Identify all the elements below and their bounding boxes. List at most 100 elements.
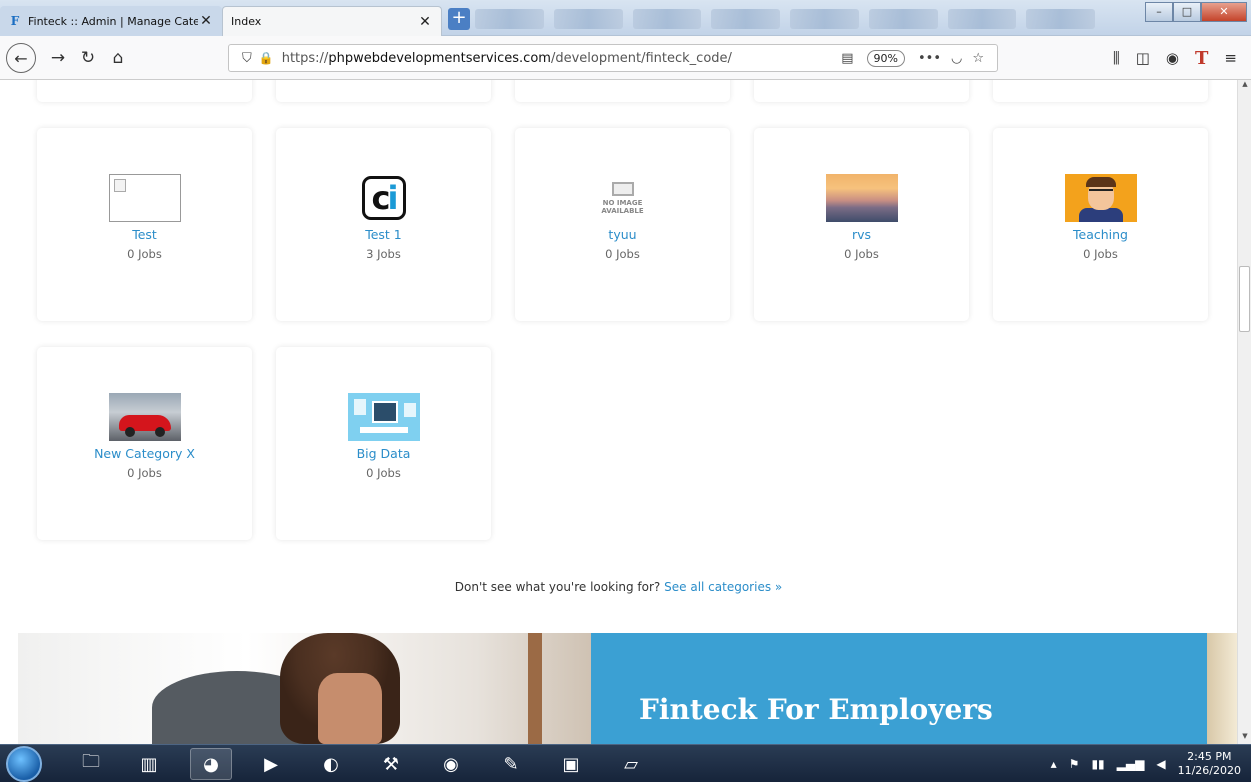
avatar-glasses [1088,189,1113,195]
category-name-link[interactable]: rvs [754,227,969,242]
tray-expand-icon[interactable]: ▴ [1051,757,1057,771]
extension-t-icon[interactable]: T [1195,48,1208,69]
category-card-partial[interactable] [754,80,969,102]
hero-person-face [318,673,382,744]
finteck-favicon-icon: F [10,14,20,28]
pocket-icon[interactable]: ◡ [951,51,962,66]
see-all-categories-link[interactable]: See all categories » [664,580,782,594]
zoom-level[interactable]: 90% [866,49,905,67]
category-card[interactable]: ci Test 1 3 Jobs [276,128,491,321]
firefox-icon[interactable]: ◕ [190,748,232,780]
sidebar-icon[interactable]: ◫ [1136,49,1150,67]
avatar-hair [1085,177,1116,187]
tab-finteck-admin[interactable]: F Finteck :: Admin | Manage Cate ✕ [0,6,222,36]
category-card-partial[interactable] [37,80,252,102]
edge-icon[interactable]: ◐ [310,748,352,780]
system-clock[interactable]: 2:45 PM 11/26/2020 [1178,750,1241,778]
lock-icon[interactable]: 🔒 [259,51,274,65]
category-name-link[interactable]: tyuu [515,227,730,242]
category-card-partial[interactable] [993,80,1208,102]
media-player-icon[interactable]: ▶ [250,748,292,780]
category-name-link[interactable]: New Category X [37,446,252,461]
volume-icon[interactable]: ◀ [1156,757,1165,771]
blurred-tab[interactable] [790,9,859,29]
url-path: /development/finteck_code/ [550,50,732,66]
category-name-link[interactable]: Big Data [276,446,491,461]
category-card-partial[interactable] [515,80,730,102]
page-viewport: Test 0 Jobs ci Test 1 3 Jobs NO IMAGE AV… [0,80,1237,744]
app-icon[interactable]: ▥ [128,748,170,780]
category-job-count: 0 Jobs [605,247,640,261]
clock-date: 11/26/2020 [1177,764,1241,777]
network-icon[interactable]: ▮▮ [1091,757,1104,771]
bookmark-star-icon[interactable]: ☆ [972,51,984,66]
blurred-tab[interactable] [553,9,623,29]
blurred-tab[interactable] [711,9,780,29]
broken-image-icon [108,174,181,222]
system-tray: ▴ ⚑ ▮▮ ▂▄▆ ◀ 2:45 PM 11/26/2020 [1051,747,1241,781]
account-icon[interactable]: ◉ [1166,49,1179,67]
close-tab-icon[interactable]: ✕ [417,14,433,30]
category-name-link[interactable]: Test [37,227,252,242]
blurred-tab[interactable] [947,9,1017,29]
forward-button[interactable]: → [44,44,72,72]
start-button[interactable] [6,746,42,782]
page-scrollbar[interactable]: ▲ ▼ [1237,80,1251,744]
scroll-up-arrow-icon[interactable]: ▲ [1238,80,1251,92]
tab-title: Index [231,15,262,28]
illustration-panel [403,403,416,417]
close-window-button[interactable]: ✕ [1201,2,1247,22]
url-domain: phpwebdevelopmentservices.com [328,50,551,66]
address-bar[interactable]: ⛉ 🔒 https://phpwebdevelopmentservices.co… [228,44,998,72]
category-job-count: 0 Jobs [1083,247,1118,261]
reader-view-icon[interactable]: ▤ [841,51,853,66]
tab-index[interactable]: Index ✕ [222,6,442,36]
reload-button[interactable]: ↻ [74,44,102,72]
blurred-tab[interactable] [475,9,544,29]
screen: F Finteck :: Admin | Manage Cate ✕ Index… [0,0,1251,782]
action-center-flag-icon[interactable]: ⚑ [1069,757,1080,771]
new-tab-button[interactable]: + [448,8,470,30]
category-card-partial[interactable] [276,80,491,102]
category-card[interactable]: Big Data 0 Jobs [276,347,491,540]
category-card[interactable]: Teaching 0 Jobs [993,128,1208,321]
clock-time: 2:45 PM [1187,750,1232,763]
home-button[interactable]: ⌂ [104,44,132,72]
paint-icon[interactable]: ✎ [490,748,532,780]
category-job-count: 3 Jobs [366,247,401,261]
category-name-link[interactable]: Test 1 [276,227,491,242]
image-placeholder-icon [611,181,634,196]
remote-desktop-icon[interactable]: ▣ [550,748,592,780]
file-explorer-icon[interactable]: 🗀 [70,748,112,780]
hero-photo [18,633,591,744]
blurred-tab[interactable] [1026,9,1095,29]
category-card[interactable]: NO IMAGE AVAILABLE tyuu 0 Jobs [515,128,730,321]
more-actions-icon[interactable]: ••• [918,51,941,66]
tools-icon[interactable]: ⚒ [370,748,412,780]
category-card[interactable]: Test 0 Jobs [37,128,252,321]
browser-nav-bar: ← → ↻ ⌂ ⛉ 🔒 https://phpwebdevelopmentser… [0,36,1251,80]
category-card[interactable]: rvs 0 Jobs [754,128,969,321]
red-car-image [108,393,181,441]
blurred-tab[interactable] [868,9,938,29]
category-card[interactable]: New Category X 0 Jobs [37,347,252,540]
car-wheel [124,427,135,437]
notes-icon[interactable]: ▱ [610,748,652,780]
chrome-icon[interactable]: ◉ [430,748,472,780]
shield-icon[interactable]: ⛉ [242,51,252,66]
avatar-body [1078,208,1123,222]
library-icon[interactable]: ⫼ [1113,49,1120,67]
scrollbar-thumb[interactable] [1239,266,1250,332]
back-button[interactable]: ← [6,43,36,73]
blurred-tab[interactable] [632,9,702,29]
illustration-screen [371,401,398,423]
signal-icon[interactable]: ▂▄▆ [1117,757,1145,771]
maximize-button[interactable]: □ [1173,2,1201,22]
car-wheel [154,427,165,437]
close-tab-icon[interactable]: ✕ [198,13,214,29]
category-name-link[interactable]: Teaching [993,227,1208,242]
url-text[interactable]: https://phpwebdevelopmentservices.com/de… [282,51,837,66]
menu-icon[interactable]: ≡ [1224,49,1237,67]
scroll-down-arrow-icon[interactable]: ▼ [1238,732,1251,744]
minimize-button[interactable]: – [1145,2,1173,22]
